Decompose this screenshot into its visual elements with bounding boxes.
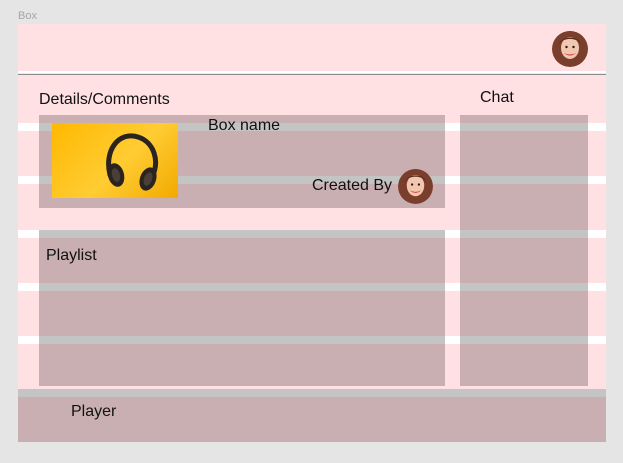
created-by-label: Created By bbox=[312, 177, 393, 194]
player-heading: Player bbox=[71, 403, 117, 420]
details-heading: Details/Comments bbox=[39, 91, 170, 108]
header-divider-line bbox=[18, 74, 606, 75]
band bbox=[460, 283, 588, 291]
box-name: Box name bbox=[208, 117, 281, 134]
band bbox=[18, 389, 606, 397]
band bbox=[460, 230, 588, 238]
creator-avatar[interactable] bbox=[398, 169, 433, 204]
chat-panel[interactable] bbox=[460, 115, 588, 386]
box-thumbnail[interactable] bbox=[52, 123, 178, 198]
avatar-image bbox=[552, 31, 588, 67]
band bbox=[460, 176, 588, 184]
header-divider bbox=[18, 71, 606, 73]
band bbox=[39, 336, 445, 344]
playlist-panel[interactable] bbox=[39, 230, 445, 386]
band bbox=[39, 230, 445, 238]
band bbox=[460, 123, 588, 131]
box-frame: Details/Comments Box name Created By Cha… bbox=[18, 24, 606, 442]
header-bar bbox=[18, 24, 606, 71]
chat-heading: Chat bbox=[480, 89, 514, 106]
creator-avatar-image bbox=[398, 169, 433, 204]
band bbox=[39, 283, 445, 291]
user-avatar[interactable] bbox=[552, 31, 588, 67]
frame-title: Box bbox=[18, 10, 37, 22]
playlist-heading: Playlist bbox=[46, 247, 97, 264]
headphones-icon bbox=[106, 133, 158, 191]
band bbox=[460, 336, 588, 344]
